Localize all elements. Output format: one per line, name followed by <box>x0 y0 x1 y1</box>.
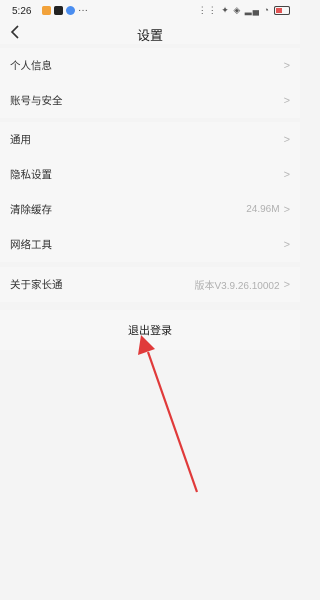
annotation-arrow-icon <box>138 335 199 493</box>
